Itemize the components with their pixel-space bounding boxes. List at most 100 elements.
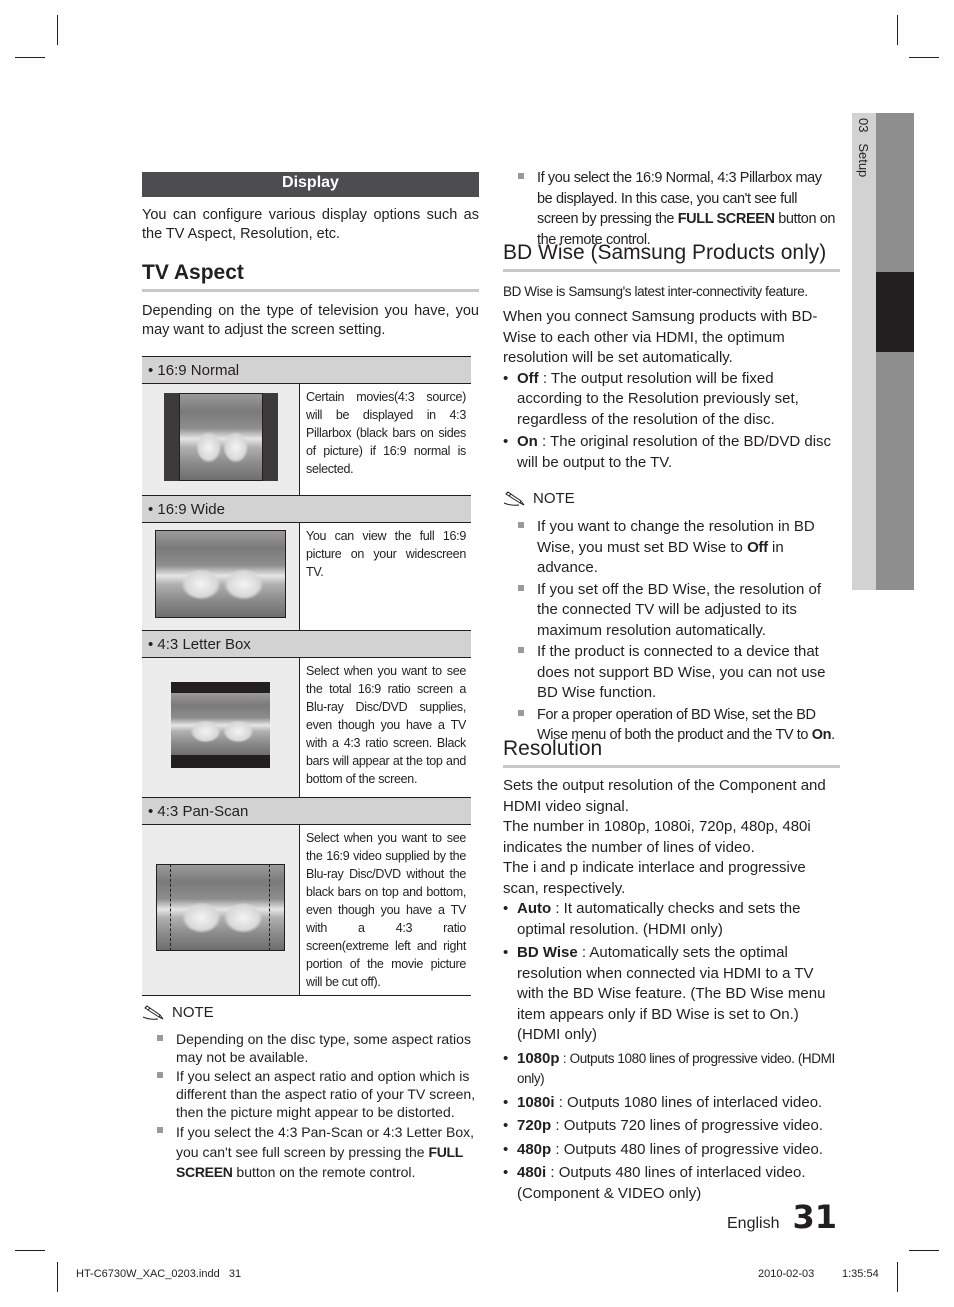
page-number: 31: [792, 1198, 838, 1236]
option-text: : Outputs 1080 lines of progressive vide…: [517, 1050, 835, 1087]
bd-wise-option-on: On : The original resolution of the BD/D…: [503, 432, 840, 473]
widescreen-image: [155, 530, 286, 618]
crop-mark: [897, 1262, 898, 1292]
resolution-section: Resolution Sets the output resolution of…: [503, 736, 840, 1204]
option-label-4-3-pan-scan: • 4:3 Pan-Scan: [142, 797, 471, 825]
option-term: Off: [517, 369, 539, 387]
chapter-tab-marker: [876, 272, 914, 352]
slug-filename: HT-C6730W_XAC_0203.indd 31: [76, 1268, 242, 1280]
note-text: button on the remote control.: [232, 1164, 416, 1180]
resolution-option-720p: 720p : Outputs 720 lines of progressive …: [503, 1116, 840, 1137]
crop-mark: [909, 1250, 939, 1251]
option-term: On: [517, 433, 538, 450]
bd-wise-section: BD Wise (Samsung Products only) BD Wise …: [503, 240, 840, 473]
pencil-note-icon: [142, 1004, 164, 1020]
crop-mark: [909, 57, 939, 58]
option-description: You can view the full 16:9 picture on yo…: [306, 529, 466, 579]
note-item: If the product is connected to a device …: [503, 642, 840, 704]
crop-mark: [57, 15, 58, 45]
note-header: NOTE: [142, 1004, 479, 1021]
aspect-option-row: Certain movies(4:3 source) will be displ…: [142, 383, 471, 496]
option-label-16-9-wide: • 16:9 Wide: [142, 495, 471, 523]
tv-aspect-note: NOTE Depending on the disc type, some as…: [142, 1004, 479, 1183]
bd-wise-options: Off : The output resolution will be fixe…: [503, 369, 840, 474]
pillarbox-image: [163, 393, 278, 481]
option-text: : The output resolution will be fixed ac…: [517, 369, 799, 428]
slug-time: 1:35:54: [842, 1268, 879, 1280]
resolution-option-1080p: 1080p : Outputs 1080 lines of progressiv…: [503, 1049, 840, 1090]
option-picture-cell: [142, 383, 300, 496]
option-term: BD Wise: [517, 944, 578, 961]
tv-aspect-intro: Depending on the type of television you …: [142, 303, 479, 338]
option-picture-cell: [142, 657, 300, 798]
full-screen-button-label: FULL SCREEN: [677, 211, 775, 227]
option-description: Certain movies(4:3 source) will be displ…: [306, 390, 466, 476]
aspect-option-header: • 4:3 Pan-Scan: [142, 797, 471, 825]
crop-mark: [57, 1262, 58, 1292]
crop-mark: [15, 57, 45, 58]
pillarbox-note: If you select the 16:9 Normal, 4:3 Pilla…: [503, 168, 840, 251]
chapter-number: 03: [856, 118, 871, 133]
bd-wise-intro: When you connect Samsung products with B…: [503, 308, 818, 366]
crop-mark: [15, 1250, 45, 1251]
note-item: If you select an aspect ratio and option…: [142, 1067, 479, 1121]
option-text: : Outputs 720 lines of progressive video…: [551, 1117, 824, 1134]
option-text: : Outputs 1080 lines of interlaced video…: [554, 1093, 823, 1111]
option-text: : Outputs 480 lines of interlaced video.…: [517, 1164, 806, 1202]
option-term: 1080i: [517, 1093, 555, 1111]
option-description: Select when you want to see the 16:9 vid…: [299, 824, 471, 996]
option-picture-cell: [142, 522, 300, 631]
off-label: Off: [747, 538, 768, 556]
resolution-description: Sets the output resolution of the Compon…: [503, 776, 840, 899]
note-list: Depending on the disc type, some aspect …: [142, 1030, 479, 1182]
bd-wise-heading: BD Wise (Samsung Products only): [503, 240, 840, 272]
option-term: 480p: [517, 1140, 552, 1158]
note-list: If you want to change the resolution in …: [503, 517, 840, 746]
chapter-title: Setup: [856, 143, 871, 178]
option-description: Select when you want to see the total 16…: [306, 664, 466, 786]
note-item: Depending on the disc type, some aspect …: [142, 1030, 479, 1066]
aspect-option-row: You can view the full 16:9 picture on yo…: [142, 522, 471, 631]
note-item: If you set off the BD Wise, the resoluti…: [503, 580, 840, 642]
note-item: If you want to change the resolution in …: [503, 517, 840, 579]
option-term: 480i: [517, 1164, 547, 1181]
option-picture-cell: [142, 824, 300, 996]
option-text: : It automatically checks and sets the o…: [517, 900, 801, 938]
pencil-note-icon: [503, 490, 525, 506]
note-item: If you select the 16:9 Normal, 4:3 Pilla…: [503, 168, 840, 250]
slug-date: 2010-02-03: [758, 1268, 815, 1280]
panscan-image: [156, 864, 285, 951]
aspect-option-header: • 4:3 Letter Box: [142, 630, 471, 658]
letterbox-image: [171, 682, 270, 768]
crop-mark: [897, 15, 898, 45]
resolution-option-480p: 480p : Outputs 480 lines of progressive …: [503, 1140, 840, 1161]
section-title-bar: Display: [142, 172, 479, 197]
bd-wise-subtitle: BD Wise is Samsung's latest inter-connec…: [503, 284, 808, 299]
left-column: Display You can configure various displa…: [142, 172, 479, 339]
option-term: 1080p: [517, 1049, 560, 1067]
note-header: NOTE: [503, 490, 840, 507]
option-term: Auto: [517, 900, 552, 917]
resolution-option-bd-wise: BD Wise : Automatically sets the optimal…: [503, 943, 840, 1046]
page-footer: English 31: [727, 1198, 837, 1236]
display-intro: You can configure various display option…: [142, 207, 479, 242]
resolution-paragraph: The i and p indicate interlace and progr…: [503, 859, 806, 897]
language-label: English: [727, 1215, 780, 1232]
aspect-option-header: • 16:9 Wide: [142, 495, 471, 523]
tv-aspect-heading: TV Aspect: [142, 260, 479, 292]
aspect-option-header: • 16:9 Normal: [142, 356, 471, 384]
aspect-option-row: Select when you want to see the total 16…: [142, 657, 471, 798]
resolution-paragraph: Sets the output resolution of the Compon…: [503, 777, 826, 815]
option-text: : The original resolution of the BD/DVD …: [517, 433, 832, 471]
resolution-option-1080i: 1080i : Outputs 1080 lines of interlaced…: [503, 1093, 840, 1114]
option-label-16-9-normal: • 16:9 Normal: [142, 356, 471, 384]
bd-wise-note: NOTE If you want to change the resolutio…: [503, 490, 840, 747]
aspect-option-row: Select when you want to see the 16:9 vid…: [142, 824, 471, 996]
note-title: NOTE: [172, 1004, 214, 1021]
option-term: 720p: [517, 1117, 552, 1134]
note-item: If you select the 4:3 Pan-Scan or 4:3 Le…: [142, 1122, 479, 1182]
aspect-options-table: • 16:9 Normal Certain movies(4:3 source)…: [142, 356, 471, 996]
chapter-tab-label: 03 Setup: [856, 118, 871, 177]
resolution-options: Auto : It automatically checks and sets …: [503, 899, 840, 1204]
note-title: NOTE: [533, 490, 575, 507]
